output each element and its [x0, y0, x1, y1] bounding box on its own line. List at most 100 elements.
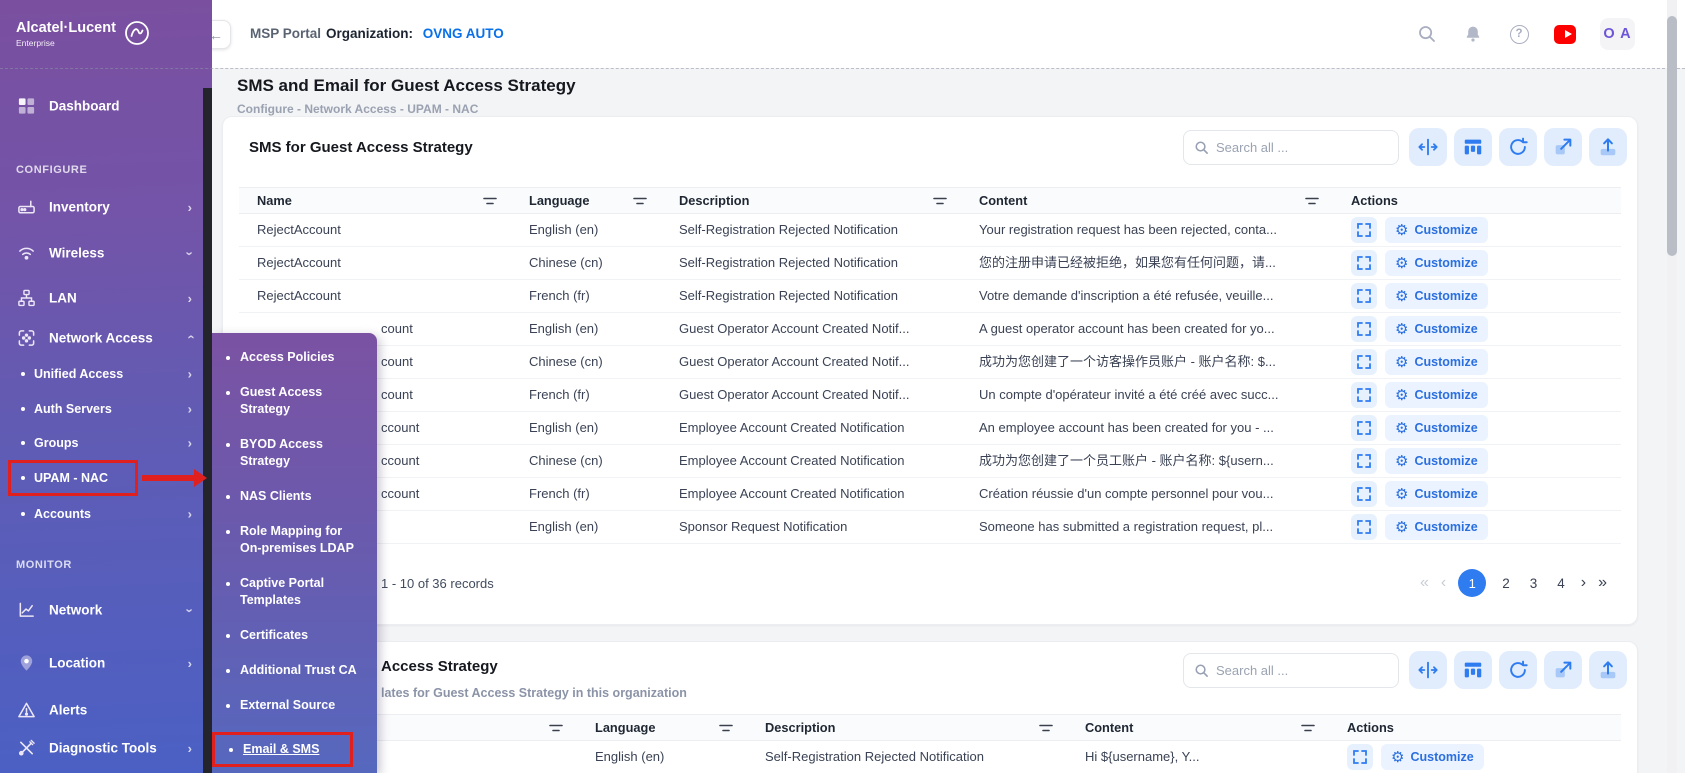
- filter-icon[interactable]: [1301, 723, 1315, 733]
- expand-button[interactable]: [1351, 217, 1377, 243]
- user-avatar[interactable]: O A: [1600, 18, 1635, 50]
- gear-icon: ⚙: [1395, 256, 1408, 271]
- expand-button[interactable]: [1347, 744, 1373, 770]
- customize-button[interactable]: ⚙Customize: [1385, 316, 1488, 342]
- flyout-item-captive-portal-templates[interactable]: Captive Portal Templates: [240, 575, 363, 609]
- flyout-item-access-policies[interactable]: Access Policies: [240, 349, 363, 366]
- customize-button[interactable]: ⚙Customize: [1385, 250, 1488, 276]
- table-row[interactable]: English (en) Self-Registration Rejected …: [239, 741, 1621, 773]
- customize-button[interactable]: ⚙Customize: [1385, 448, 1488, 474]
- filter-icon[interactable]: [1305, 196, 1319, 206]
- flyout-item-guest-access-strategy[interactable]: Guest Access Strategy: [240, 384, 363, 418]
- page-3-button[interactable]: 3: [1526, 576, 1542, 591]
- sidebar-item-wireless[interactable]: Wireless ›: [16, 243, 192, 264]
- table-row[interactable]: count Chinese (cn) Guest Operator Accoun…: [239, 346, 1621, 379]
- last-page-button[interactable]: »: [1598, 575, 1607, 591]
- table-row[interactable]: ccount Chinese (cn) Employee Account Cre…: [239, 445, 1621, 478]
- table-row[interactable]: RejectAccount French (fr) Self-Registrat…: [239, 280, 1621, 313]
- sidebar-item-alerts[interactable]: Alerts: [16, 700, 192, 721]
- organization-value[interactable]: OVNG AUTO: [423, 26, 504, 41]
- upload-button[interactable]: [1589, 128, 1627, 166]
- sidebar-item-inventory[interactable]: Inventory ›: [16, 197, 192, 218]
- gear-icon: ⚙: [1395, 520, 1408, 535]
- customize-button[interactable]: ⚙Customize: [1385, 514, 1488, 540]
- expand-button[interactable]: [1351, 382, 1377, 408]
- page-4-button[interactable]: 4: [1553, 576, 1569, 591]
- flyout-item-certificates[interactable]: Certificates: [240, 627, 363, 644]
- flyout-item-email-sms[interactable]: Email & SMS: [243, 741, 336, 758]
- page-1-button[interactable]: 1: [1458, 569, 1486, 597]
- table-row[interactable]: count French (fr) Guest Operator Account…: [239, 379, 1621, 412]
- email-search-input[interactable]: [1216, 663, 1388, 678]
- expand-icon: [1357, 256, 1371, 270]
- flyout-item-role-mapping-ldap[interactable]: Role Mapping for On-premises LDAP: [240, 523, 363, 557]
- page-2-button[interactable]: 2: [1498, 576, 1514, 591]
- sidebar-item-location[interactable]: Location ›: [16, 653, 192, 674]
- search-icon[interactable]: [1416, 23, 1438, 45]
- flyout-item-nas-clients[interactable]: NAS Clients: [240, 488, 363, 505]
- filter-icon[interactable]: [633, 196, 647, 206]
- notifications-bell-icon[interactable]: [1462, 23, 1484, 45]
- sidebar-item-network[interactable]: Network ›: [16, 600, 192, 621]
- columns-button[interactable]: [1454, 651, 1492, 689]
- sidebar-item-diagnostic-tools[interactable]: Diagnostic Tools ›: [16, 738, 192, 759]
- customize-button[interactable]: ⚙Customize: [1385, 481, 1488, 507]
- sidebar-item-network-access[interactable]: Network Access ›: [16, 328, 192, 349]
- flyout-item-additional-trust-ca[interactable]: Additional Trust CA: [240, 662, 363, 679]
- filter-icon[interactable]: [483, 196, 497, 206]
- expand-button[interactable]: [1351, 481, 1377, 507]
- scrollbar-thumb[interactable]: [1667, 16, 1677, 256]
- customize-button[interactable]: ⚙Customize: [1381, 744, 1484, 770]
- customize-button[interactable]: ⚙Customize: [1385, 217, 1488, 243]
- sidebar-item-groups[interactable]: Groups ›: [34, 436, 192, 450]
- sidebar-item-lan[interactable]: LAN ›: [16, 288, 192, 309]
- filter-icon[interactable]: [549, 723, 563, 733]
- expand-button[interactable]: [1351, 316, 1377, 342]
- flyout-item-external-source[interactable]: External Source: [240, 697, 363, 714]
- flyout-item-byod-access-strategy[interactable]: BYOD Access Strategy: [240, 436, 363, 470]
- expand-button[interactable]: [1351, 448, 1377, 474]
- refresh-button[interactable]: [1499, 128, 1537, 166]
- table-row[interactable]: count English (en) Guest Operator Accoun…: [239, 313, 1621, 346]
- columns-button[interactable]: [1454, 128, 1492, 166]
- table-row[interactable]: RejectAccount English (en) Self-Registra…: [239, 214, 1621, 247]
- sidebar-item-accounts[interactable]: Accounts ›: [34, 507, 192, 521]
- customize-button[interactable]: ⚙Customize: [1385, 415, 1488, 441]
- filter-icon[interactable]: [719, 723, 733, 733]
- sidebar-item-unified-access[interactable]: Unified Access ›: [34, 367, 192, 381]
- customize-button[interactable]: ⚙Customize: [1385, 349, 1488, 375]
- sidebar-item-auth-servers[interactable]: Auth Servers ›: [34, 402, 192, 416]
- first-page-button[interactable]: «: [1420, 575, 1429, 591]
- upload-button[interactable]: [1589, 651, 1627, 689]
- customize-button[interactable]: ⚙Customize: [1385, 382, 1488, 408]
- breadcrumb[interactable]: Configure - Network Access - UPAM - NAC: [237, 102, 576, 116]
- sidebar-item-dashboard[interactable]: Dashboard: [16, 96, 192, 117]
- expand-button[interactable]: [1351, 349, 1377, 375]
- table-row[interactable]: English (en) Sponsor Request Notificatio…: [239, 511, 1621, 544]
- expand-button[interactable]: [1351, 283, 1377, 309]
- network-chart-icon: [16, 600, 37, 621]
- refresh-button[interactable]: [1499, 651, 1537, 689]
- prev-page-button[interactable]: ‹: [1441, 575, 1446, 591]
- expand-button[interactable]: [1351, 415, 1377, 441]
- youtube-icon[interactable]: [1554, 23, 1576, 45]
- next-page-button[interactable]: ›: [1581, 575, 1586, 591]
- table-row[interactable]: RejectAccount Chinese (cn) Self-Registra…: [239, 247, 1621, 280]
- fit-columns-button[interactable]: [1409, 128, 1447, 166]
- expand-button[interactable]: [1351, 514, 1377, 540]
- table-row[interactable]: ccount French (fr) Employee Account Crea…: [239, 478, 1621, 511]
- filter-icon[interactable]: [1039, 723, 1053, 733]
- filter-icon[interactable]: [933, 196, 947, 206]
- fit-columns-button[interactable]: [1409, 651, 1447, 689]
- table-row[interactable]: ccount English (en) Employee Account Cre…: [239, 412, 1621, 445]
- sidebar-scrollbar[interactable]: [203, 88, 212, 773]
- help-icon[interactable]: ?: [1508, 23, 1530, 45]
- sms-search-input[interactable]: [1216, 140, 1388, 155]
- page-scrollbar[interactable]: [1667, 0, 1677, 773]
- expand-icon: [1357, 421, 1371, 435]
- customize-button[interactable]: ⚙Customize: [1385, 283, 1488, 309]
- open-export-button[interactable]: [1544, 651, 1582, 689]
- expand-button[interactable]: [1351, 250, 1377, 276]
- open-export-button[interactable]: [1544, 128, 1582, 166]
- page-title: SMS and Email for Guest Access Strategy: [237, 68, 576, 96]
